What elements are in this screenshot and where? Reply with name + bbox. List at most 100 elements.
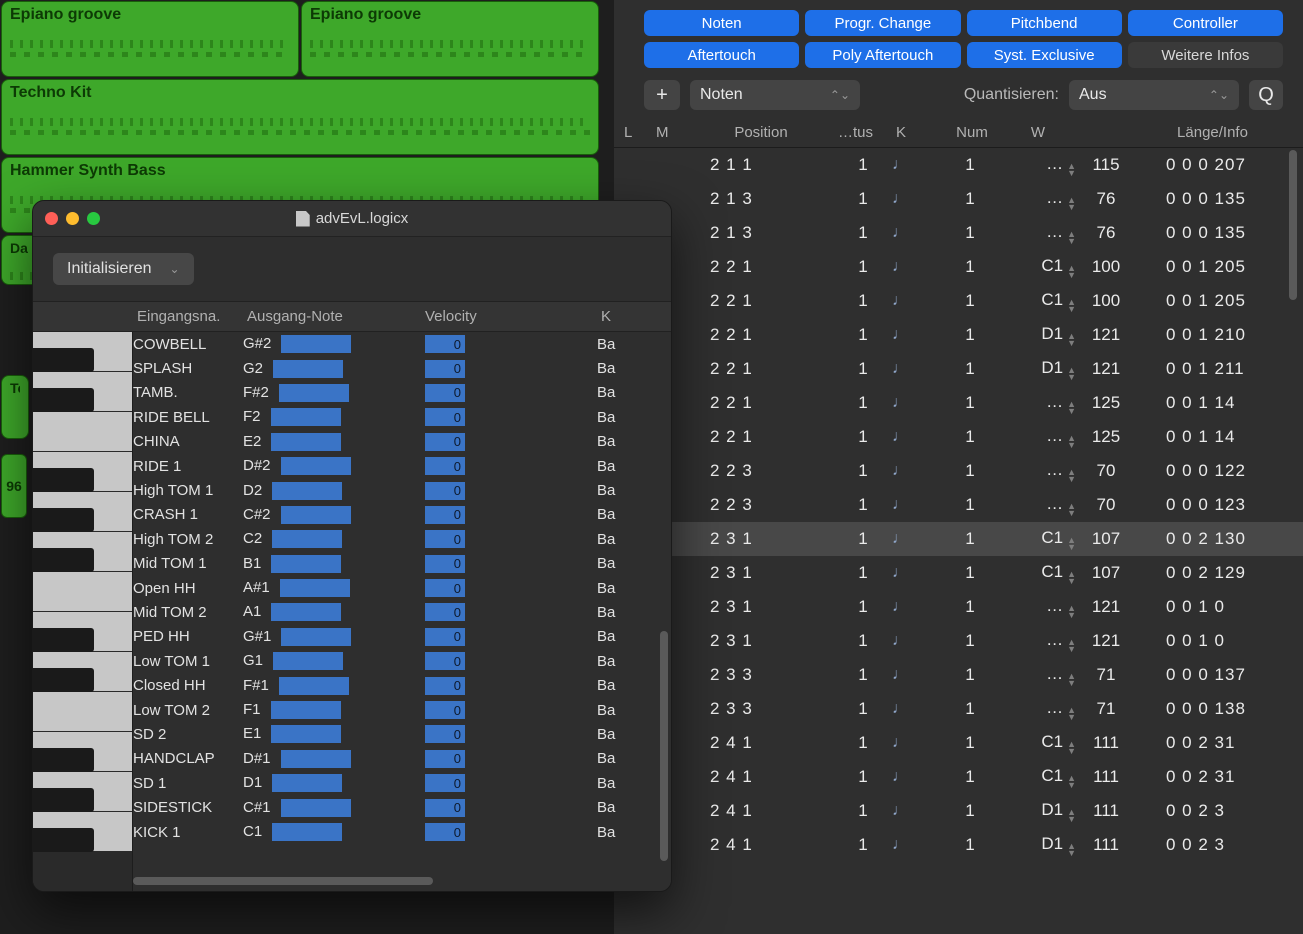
- event-type-tab[interactable]: Controller: [1128, 10, 1283, 36]
- cell-k[interactable]: 1: [944, 631, 996, 651]
- col-k[interactable]: K: [597, 308, 657, 325]
- cell-output-note[interactable]: D2: [243, 480, 421, 502]
- cell-k[interactable]: Ba: [597, 360, 657, 377]
- cell-position[interactable]: 2 3 1: [684, 631, 834, 651]
- region-cut-96[interactable]: 96: [1, 454, 27, 518]
- cell-position[interactable]: 2 3 1: [684, 563, 834, 583]
- cell-k[interactable]: Ba: [597, 433, 657, 450]
- cell-k[interactable]: 1: [944, 801, 996, 821]
- cell-length[interactable]: 0 0 0 135: [1136, 189, 1289, 209]
- cell-tus[interactable]: 1: [834, 835, 892, 855]
- piano-white-key[interactable]: [33, 412, 132, 452]
- cell-velocity[interactable]: 0: [421, 821, 597, 843]
- cell-w[interactable]: 76: [1076, 223, 1136, 243]
- cell-k[interactable]: Ba: [597, 482, 657, 499]
- cell-length[interactable]: 0 0 0 123: [1136, 495, 1289, 515]
- cell-input-name[interactable]: Mid TOM 2: [133, 604, 243, 621]
- stepper-icon[interactable]: ▲▼: [1067, 435, 1076, 449]
- mapping-row[interactable]: HANDCLAPD#10Ba: [133, 747, 671, 771]
- piano-black-key[interactable]: [33, 788, 94, 812]
- event-row[interactable]: 2 2 11♩1D1▲▼1210 0 1 210: [614, 318, 1303, 352]
- cell-tus[interactable]: 1: [834, 529, 892, 549]
- create-event-button[interactable]: +: [644, 80, 680, 110]
- cell-w[interactable]: 115: [1076, 155, 1136, 175]
- stepper-icon[interactable]: ▲▼: [1067, 605, 1076, 619]
- cell-num[interactable]: …▲▼: [996, 460, 1076, 483]
- cell-position[interactable]: 2 4 1: [684, 801, 834, 821]
- cell-k[interactable]: Ba: [597, 653, 657, 670]
- mapping-row[interactable]: Open HHA#10Ba: [133, 576, 671, 600]
- cell-output-note[interactable]: A1: [243, 601, 421, 623]
- cell-k[interactable]: 1: [944, 597, 996, 617]
- note-bar[interactable]: [271, 725, 341, 743]
- piano-black-key[interactable]: [33, 748, 94, 772]
- event-row[interactable]: 2 3 11♩1C1▲▼1070 0 2 129: [614, 556, 1303, 590]
- cell-length[interactable]: 0 0 1 0: [1136, 631, 1289, 651]
- cell-num[interactable]: …▲▼: [996, 222, 1076, 245]
- velocity-bar[interactable]: 0: [425, 433, 465, 451]
- cell-k[interactable]: 1: [944, 291, 996, 311]
- cell-tus[interactable]: 1: [834, 495, 892, 515]
- drum-mapping-window[interactable]: advEvL.logicx Initialisieren ⌄ Eingangsn…: [32, 200, 672, 892]
- stepper-icon[interactable]: ▲▼: [1067, 469, 1076, 483]
- cell-num[interactable]: …▲▼: [996, 664, 1076, 687]
- event-type-tab[interactable]: Syst. Exclusive: [967, 42, 1122, 68]
- cell-w[interactable]: 111: [1076, 801, 1136, 821]
- col-k[interactable]: K: [892, 124, 944, 141]
- cell-num[interactable]: D1▲▼: [996, 358, 1076, 381]
- cell-w[interactable]: 121: [1076, 325, 1136, 345]
- cell-tus[interactable]: 1: [834, 733, 892, 753]
- event-list-body[interactable]: 2 1 11♩1…▲▼1150 0 0 2072 1 31♩1…▲▼760 0 …: [614, 148, 1303, 934]
- cell-tus[interactable]: 1: [834, 801, 892, 821]
- event-row[interactable]: 2 4 11♩1D1▲▼1110 0 2 3: [614, 794, 1303, 828]
- cell-tus[interactable]: 1: [834, 461, 892, 481]
- cell-output-note[interactable]: C#1: [243, 797, 421, 819]
- note-bar[interactable]: [279, 677, 349, 695]
- cell-num[interactable]: …▲▼: [996, 426, 1076, 449]
- cell-velocity[interactable]: 0: [421, 480, 597, 502]
- cell-k[interactable]: 1: [944, 461, 996, 481]
- minimize-window-button[interactable]: [66, 212, 79, 225]
- cell-position[interactable]: 2 2 1: [684, 393, 834, 413]
- cell-num[interactable]: D1▲▼: [996, 834, 1076, 857]
- velocity-bar[interactable]: 0: [425, 579, 465, 597]
- cell-w[interactable]: 107: [1076, 563, 1136, 583]
- col-velocity[interactable]: Velocity: [421, 308, 597, 325]
- cell-input-name[interactable]: Low TOM 1: [133, 653, 243, 670]
- mapping-row[interactable]: SPLASHG20Ba: [133, 356, 671, 380]
- cell-num[interactable]: D1▲▼: [996, 800, 1076, 823]
- event-type-tab[interactable]: Weitere Infos: [1128, 42, 1283, 68]
- cell-input-name[interactable]: HANDCLAP: [133, 750, 243, 767]
- cell-position[interactable]: 2 3 1: [684, 597, 834, 617]
- cell-input-name[interactable]: SD 1: [133, 775, 243, 792]
- cell-num[interactable]: C1▲▼: [996, 290, 1076, 313]
- cell-length[interactable]: 0 0 2 129: [1136, 563, 1289, 583]
- cell-k[interactable]: 1: [944, 563, 996, 583]
- cell-num[interactable]: C1▲▼: [996, 562, 1076, 585]
- mapping-row[interactable]: TAMB.F#20Ba: [133, 381, 671, 405]
- cell-length[interactable]: 0 0 0 135: [1136, 223, 1289, 243]
- stepper-icon[interactable]: ▲▼: [1067, 231, 1076, 245]
- cell-position[interactable]: 2 3 3: [684, 699, 834, 719]
- velocity-bar[interactable]: 0: [425, 652, 465, 670]
- cell-num[interactable]: …▲▼: [996, 392, 1076, 415]
- cell-num[interactable]: D1▲▼: [996, 324, 1076, 347]
- cell-k[interactable]: 1: [944, 393, 996, 413]
- cell-input-name[interactable]: RIDE 1: [133, 458, 243, 475]
- cell-k[interactable]: Ba: [597, 750, 657, 767]
- stepper-icon[interactable]: ▲▼: [1067, 537, 1076, 551]
- cell-k[interactable]: Ba: [597, 506, 657, 523]
- cell-input-name[interactable]: KICK 1: [133, 824, 243, 841]
- cell-input-name[interactable]: SPLASH: [133, 360, 243, 377]
- region-techno-kit[interactable]: Techno Kit: [1, 79, 599, 155]
- piano-black-key[interactable]: [33, 388, 94, 412]
- piano-white-key[interactable]: [33, 692, 132, 732]
- cell-velocity[interactable]: 0: [421, 748, 597, 770]
- cell-output-note[interactable]: G#2: [243, 333, 421, 355]
- cell-output-note[interactable]: D#2: [243, 455, 421, 477]
- piano-black-key[interactable]: [33, 828, 94, 852]
- cell-num[interactable]: C1▲▼: [996, 256, 1076, 279]
- velocity-bar[interactable]: 0: [425, 506, 465, 524]
- stepper-icon[interactable]: ▲▼: [1067, 163, 1076, 177]
- velocity-bar[interactable]: 0: [425, 384, 465, 402]
